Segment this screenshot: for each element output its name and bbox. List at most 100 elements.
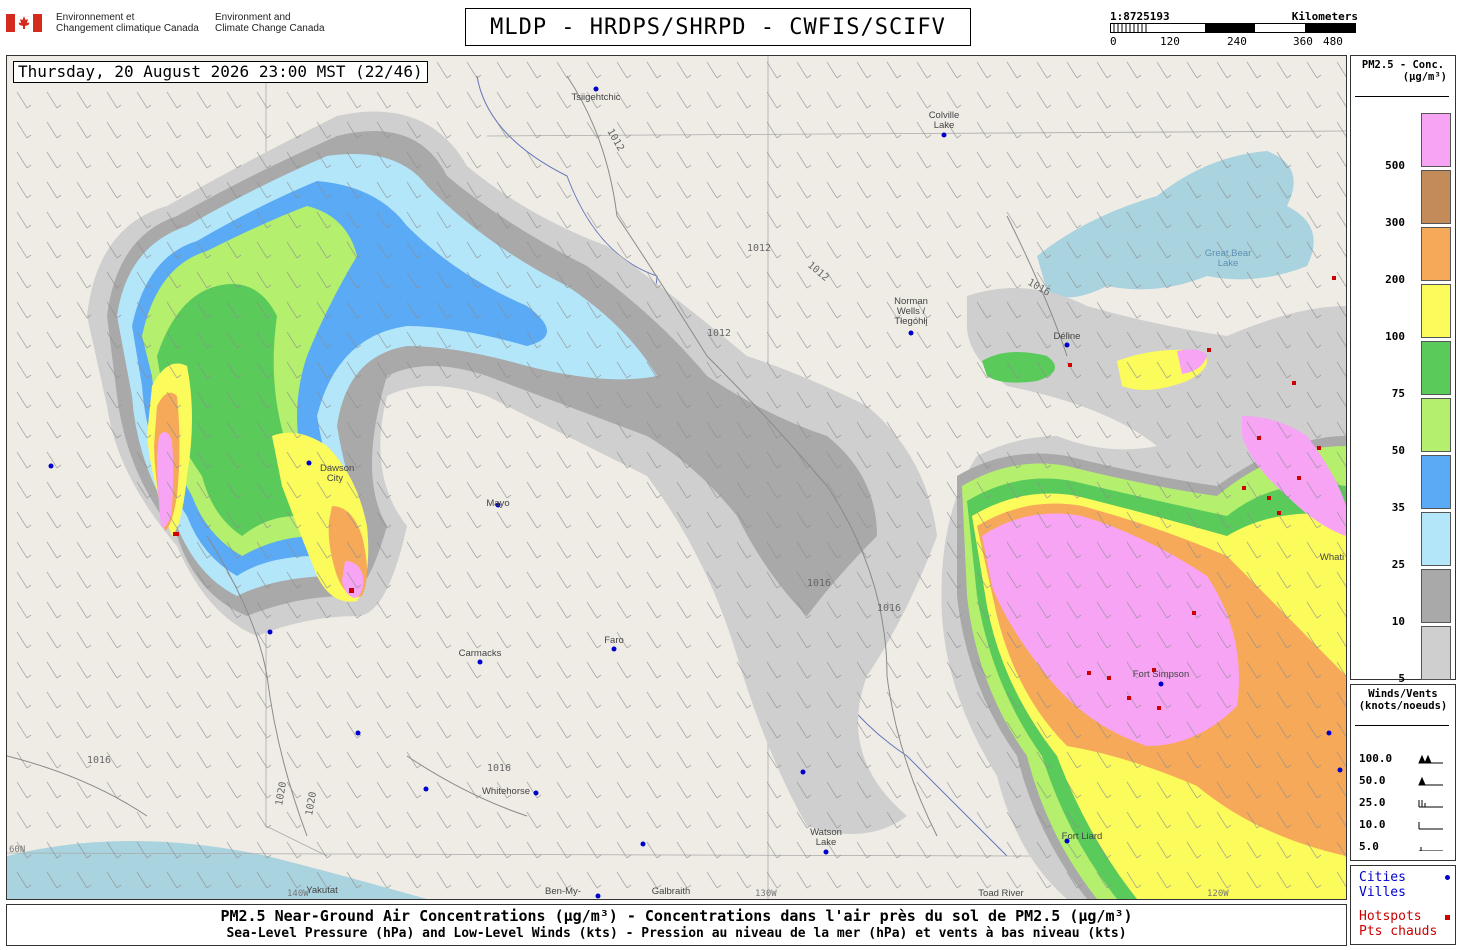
isobar-label: 1016 <box>807 578 831 589</box>
city-label: Faro <box>604 635 624 646</box>
hotspot <box>1317 446 1321 450</box>
pm25-legend-unit: (µg/m³) <box>1402 71 1447 83</box>
isobar-label: 1012 <box>747 243 771 254</box>
pm25-swatch <box>1421 113 1451 167</box>
isobar-label: 1012 <box>707 328 731 339</box>
city-dot-icon <box>1445 875 1450 880</box>
scale-ratio: 1:8725193 <box>1110 10 1170 23</box>
hotspot <box>1242 486 1246 490</box>
pm25-swatch <box>1421 341 1451 395</box>
pm25-swatch <box>1421 284 1451 338</box>
scale-tick: 240 <box>1227 35 1247 48</box>
city-marker <box>800 769 806 775</box>
scale-tick: 360 <box>1293 35 1313 48</box>
wind-speed-label: 25.0 <box>1359 796 1386 809</box>
isobar-label: 1016 <box>87 755 111 766</box>
city-label: Tsiigehtchic <box>571 92 621 103</box>
city-label: Ben-My- <box>545 886 581 897</box>
city-marker <box>823 849 829 855</box>
city-marker <box>48 463 54 469</box>
city-marker <box>423 786 429 792</box>
caption-line-1: PM2.5 Near-Ground Air Concentrations (µg… <box>220 907 1133 925</box>
city-label: Dawson City <box>320 463 355 484</box>
wind-legend: Winds/Vents (knots/noeuds) 100.0 50.0 25… <box>1350 684 1456 861</box>
hotspots-legend-label: Hotspots Pts chauds <box>1359 909 1438 939</box>
pm25-level-label: 50 <box>1391 444 1405 457</box>
city-marker <box>477 659 483 665</box>
page-title: MLDP - HRDPS/SHRPD - CWFIS/SCIFV <box>465 8 971 46</box>
pm25-level-label: 100 <box>1385 330 1405 343</box>
government-header: Environnement et Changement climatique C… <box>6 12 346 38</box>
city-marker <box>355 730 361 736</box>
pm25-level-label: 500 <box>1385 159 1405 172</box>
hotspot <box>1267 496 1271 500</box>
city-marker <box>640 841 646 847</box>
markers-legend: Cities Villes Hotspots Pts chauds <box>1350 865 1456 945</box>
pm25-level-label: 35 <box>1391 501 1405 514</box>
city-label: Déline <box>1053 331 1081 342</box>
hotspot <box>1107 676 1111 680</box>
pm25-swatch <box>1421 626 1451 680</box>
city-marker <box>267 629 273 635</box>
hotspot-square-icon <box>1445 915 1450 920</box>
city-label: Mayo <box>486 498 510 509</box>
graticule-label: 120W <box>1207 889 1229 899</box>
city-marker <box>941 132 947 138</box>
city-label: Fort Simpson <box>1132 669 1190 680</box>
city-label: Colville Lake <box>928 110 960 131</box>
pm25-level-label: 300 <box>1385 216 1405 229</box>
pm25-level-label: 75 <box>1391 387 1405 400</box>
hotspot <box>1192 611 1196 615</box>
city-label: Toad River <box>978 888 1024 899</box>
wind-speed-label: 50.0 <box>1359 774 1386 787</box>
city-marker <box>1326 730 1332 736</box>
city-label: Yakutat <box>306 885 338 896</box>
canada-flag-icon <box>6 14 42 32</box>
graticule-label: 60N <box>9 845 25 855</box>
scale-unit: Kilometers <box>1291 10 1358 23</box>
city-marker <box>533 790 539 796</box>
city-marker <box>593 86 599 92</box>
caption-line-2: Sea-Level Pressure (hPa) and Low-Level W… <box>226 926 1127 941</box>
hotspot <box>1332 276 1336 280</box>
pm25-swatch <box>1421 170 1451 224</box>
city-marker <box>595 893 601 899</box>
hotspot <box>1297 476 1301 480</box>
hotspot <box>1207 348 1211 352</box>
scale-bar: 1:8725193 Kilometers 0 120 240 360 480 <box>1110 10 1358 50</box>
wind-speed-label: 100.0 <box>1359 752 1393 765</box>
city-label: Whitehorse <box>481 786 531 797</box>
hotspot <box>1277 511 1281 515</box>
scale-tick: 480 <box>1323 35 1343 48</box>
date-time-label: Thursday, 20 August 2026 23:00 MST (22/4… <box>13 61 428 83</box>
city-label: Whati <box>1319 552 1345 563</box>
city-label: Watson Lake <box>810 827 842 848</box>
map-caption: PM2.5 Near-Ground Air Concentrations (µg… <box>6 904 1347 946</box>
isobar-label: 1016 <box>487 763 511 774</box>
city-label: Galbraith <box>651 886 691 897</box>
hotspot <box>349 588 354 593</box>
legend-divider <box>1355 96 1449 97</box>
scale-tick: 120 <box>1160 35 1180 48</box>
pm25-swatch <box>1421 455 1451 509</box>
city-label: Norman Wells / Tłegóhłį <box>894 296 928 327</box>
pm25-level-label: 200 <box>1385 273 1405 286</box>
legend-divider <box>1355 725 1449 726</box>
hotspot <box>1157 706 1161 710</box>
lake-label: Great Bear Lake <box>1204 248 1252 269</box>
wind-speed-label: 5.0 <box>1359 840 1379 853</box>
wind-barb-icons <box>1418 754 1443 851</box>
city-marker <box>1337 767 1343 773</box>
dispersion-map: 1012 1012 1012 1012 1016 1016 1016 1016 … <box>7 56 1346 899</box>
city-marker <box>1064 342 1070 348</box>
pm25-level-label: 25 <box>1391 558 1405 571</box>
pm25-legend-title: PM2.5 - Conc. <box>1361 59 1445 71</box>
wind-legend-title: Winds/Vents <box>1368 688 1438 700</box>
scale-bar-graphic <box>1110 23 1356 33</box>
cities-legend-label: Cities Villes <box>1359 870 1406 900</box>
scale-tick: 0 <box>1110 35 1117 48</box>
pm25-level-label: 10 <box>1391 615 1405 628</box>
pm25-swatch <box>1421 227 1451 281</box>
map-panel[interactable]: 1012 1012 1012 1012 1016 1016 1016 1016 … <box>6 55 1347 900</box>
city-marker <box>1158 681 1164 687</box>
